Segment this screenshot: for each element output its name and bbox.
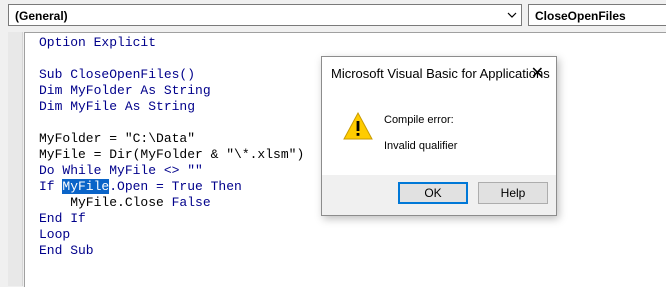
- code-text: .Open = True Then: [109, 179, 242, 194]
- warning-icon: [342, 111, 374, 141]
- procedure-combo-value: CloseOpenFiles: [535, 9, 626, 23]
- code-line[interactable]: End If: [39, 211, 86, 227]
- code-line[interactable]: Dim MyFile As String: [39, 99, 195, 115]
- selected-text[interactable]: MyFile: [62, 179, 110, 194]
- code-keyword: If: [39, 179, 63, 194]
- code-window-toolbar: (General) CloseOpenFiles: [0, 0, 666, 32]
- dialog-title: Microsoft Visual Basic for Applications: [331, 66, 550, 81]
- help-button[interactable]: Help: [478, 182, 548, 204]
- compile-error-dialog: Microsoft Visual Basic for Applications …: [321, 56, 557, 216]
- code-line[interactable]: End Sub: [39, 243, 94, 259]
- margin-indicator-bar[interactable]: [8, 32, 23, 286]
- code-line[interactable]: Do While MyFile <> "": [39, 163, 203, 179]
- error-detail: Invalid qualifier: [384, 140, 458, 152]
- code-line[interactable]: Sub CloseOpenFiles(): [39, 67, 195, 83]
- code-line[interactable]: MyFolder = "C:\Data": [39, 131, 195, 147]
- procedure-combo[interactable]: CloseOpenFiles: [528, 4, 666, 26]
- code-line[interactable]: If MyFile.Open = True Then: [39, 179, 242, 195]
- code-line[interactable]: Dim MyFolder As String: [39, 83, 211, 99]
- chevron-down-icon[interactable]: [503, 5, 521, 25]
- dialog-button-bar: OK Help: [322, 175, 556, 215]
- object-combo[interactable]: (General): [8, 4, 522, 26]
- object-combo-value: (General): [15, 9, 68, 23]
- code-keyword: False: [171, 195, 211, 210]
- close-icon[interactable]: ✕: [531, 63, 544, 82]
- error-heading: Compile error:: [384, 114, 454, 126]
- ok-button[interactable]: OK: [398, 182, 468, 204]
- code-line[interactable]: Loop: [39, 227, 70, 243]
- code-text: MyFile.Close: [39, 195, 172, 210]
- code-line[interactable]: Option Explicit: [39, 35, 156, 51]
- code-line[interactable]: MyFile = Dir(MyFolder & "\*.xlsm"): [39, 147, 304, 163]
- code-line[interactable]: MyFile.Close False: [39, 195, 211, 211]
